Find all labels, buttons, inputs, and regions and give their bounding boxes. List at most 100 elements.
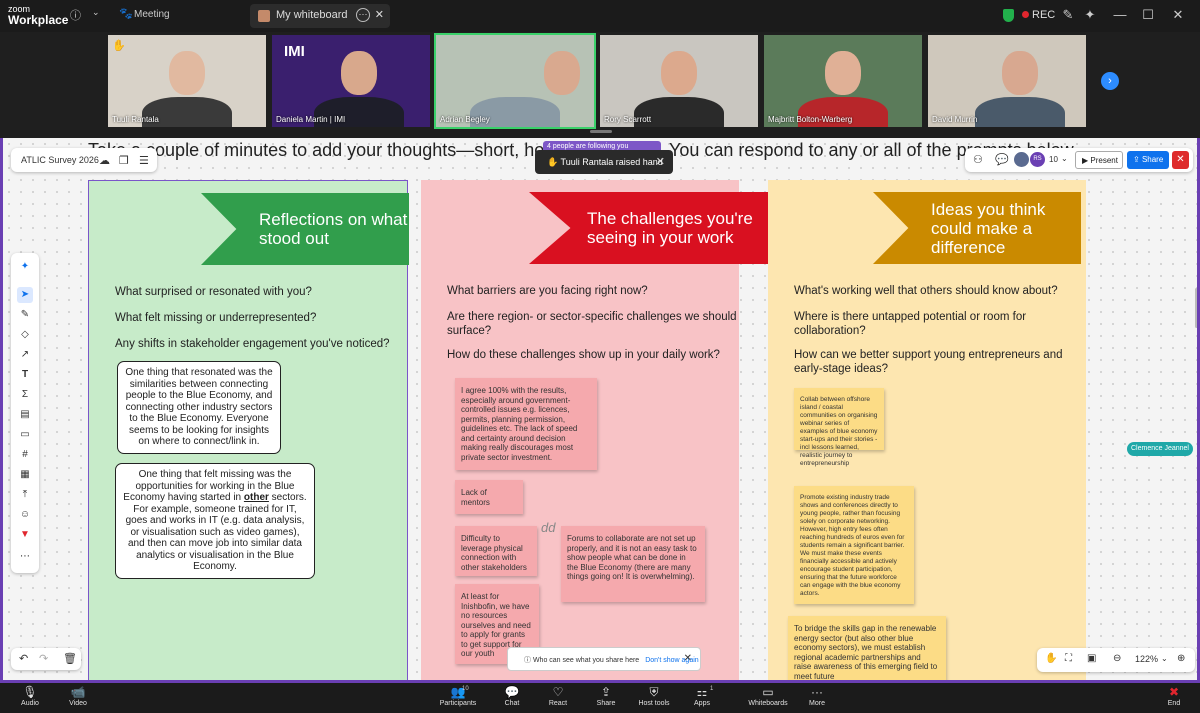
menu-icon[interactable]: ☰ — [139, 154, 149, 167]
emoji-tool-icon[interactable]: ☺ — [17, 507, 33, 523]
bubble-text-emphasis: other — [243, 492, 269, 503]
recording-indicator[interactable]: REC — [1022, 9, 1055, 21]
column-ideas[interactable]: Ideas you think could make a difference … — [768, 180, 1086, 680]
info-icon[interactable]: ⓘ — [70, 7, 81, 23]
more-button[interactable]: ··· More — [787, 685, 847, 709]
maximize-icon[interactable]: ☐ — [1140, 7, 1156, 23]
whiteboard-owner-avatar — [258, 10, 270, 22]
video-button[interactable]: 📹 Video — [48, 685, 108, 709]
select-tool-icon[interactable]: ➤ — [17, 287, 33, 303]
redo-icon[interactable]: ↷ — [39, 652, 48, 665]
comment-tool-icon[interactable]: ▭ — [17, 427, 33, 443]
meeting-label[interactable]: Meeting — [134, 9, 170, 20]
board-title-bar[interactable]: ATLIC Survey 2026 ☁ ❐ ☰ — [11, 148, 157, 172]
scrollbar[interactable] — [1195, 288, 1197, 328]
minimap-icon[interactable]: ▣ — [1087, 653, 1096, 664]
response-bubble[interactable]: One thing that felt missing was the oppo… — [115, 463, 315, 579]
response-bubble[interactable]: One thing that resonated was the similar… — [117, 361, 281, 454]
share-button[interactable]: ⇪ Share — [1127, 151, 1169, 169]
participant-tile[interactable]: Majbritt Bolton-Warberg — [764, 35, 922, 127]
window-close-icon[interactable]: ✕ — [1170, 7, 1186, 23]
prompt-question: What's working well that others should k… — [794, 285, 1058, 297]
participant-tile-active-speaker[interactable]: Adrian Begley — [434, 33, 596, 129]
pen-tool-icon[interactable]: ✎ — [17, 307, 33, 323]
collaborators-icon[interactable]: ⚇ — [973, 153, 983, 166]
zoom-in-icon[interactable]: ⊕ — [1177, 653, 1185, 664]
close-board-button[interactable]: ✕ — [1172, 151, 1189, 169]
participants-button[interactable]: 👥 10 Participants — [428, 685, 488, 709]
participant-name: David Murrin — [932, 115, 978, 124]
banner-ideas: Ideas you think could make a difference — [873, 192, 1081, 264]
zoom-window: zoom Workplace ⓘ ⌄ 🐾 Meeting My whiteboa… — [0, 0, 1200, 713]
participants-label: Participants — [439, 700, 477, 707]
table-tool-icon[interactable]: ▦ — [17, 467, 33, 483]
comments-icon[interactable]: 💬 — [995, 153, 1009, 166]
dismiss-icon[interactable]: ✕ — [656, 155, 665, 168]
ai-companion-icon[interactable]: ✦ — [1082, 7, 1098, 23]
end-label: End — [1167, 700, 1181, 707]
pages-icon[interactable]: ❐ — [119, 154, 129, 167]
shapes-tool-icon[interactable]: ◇ — [17, 327, 33, 343]
frame-tool-icon[interactable]: # — [17, 447, 33, 463]
remote-cursor-label: Clemence Jeannel — [1127, 442, 1193, 456]
ai-sparkle-icon[interactable]: ✦ — [17, 259, 33, 275]
hand-tool-icon[interactable]: ✋ — [1045, 653, 1057, 664]
top-bar: zoom Workplace ⓘ ⌄ 🐾 Meeting My whiteboa… — [0, 0, 1200, 32]
cloud-save-icon[interactable]: ☁ — [99, 154, 110, 167]
undo-icon[interactable]: ↶ — [19, 652, 28, 665]
dismiss-icon[interactable]: ✕ — [684, 653, 692, 664]
sticky-note[interactable]: Forums to collaborate are not set up pro… — [561, 526, 705, 602]
imi-logo: IMI — [284, 43, 305, 60]
participant-face — [340, 51, 377, 95]
sticky-note[interactable]: Difficulty to leverage physical connecti… — [455, 526, 537, 576]
meeting-toolbar: 🎙 Audio 📹 Video 👥 10 Participants 💬 Chat ♡ Rea… — [0, 683, 1200, 713]
text-tool-icon[interactable]: T — [17, 367, 33, 383]
minimize-icon[interactable]: — — [1112, 7, 1128, 23]
chevron-down-icon[interactable]: ⌄ — [1161, 654, 1168, 663]
sticky-note-tool-icon[interactable]: ▤ — [17, 407, 33, 423]
more-tools-icon[interactable]: ⋯ — [17, 549, 33, 565]
sticky-note[interactable]: Promote existing industry trade shows an… — [794, 486, 914, 604]
participant-tile[interactable]: David Murrin — [928, 35, 1086, 127]
prompt-question: Are there region- or sector-specific cha… — [447, 311, 737, 337]
sticky-note[interactable]: Lack of mentors — [455, 480, 523, 514]
chevron-down-icon[interactable]: ⌄ — [92, 7, 100, 18]
security-shield-icon[interactable] — [1003, 9, 1014, 22]
close-icon[interactable]: ✕ — [375, 8, 384, 21]
strip-resize-handle[interactable] — [590, 130, 612, 133]
sticky-note[interactable]: I agree 100% with the results, especiall… — [455, 378, 597, 470]
prompt-question: How can we better support young entrepre… — [794, 349, 1063, 375]
annotate-pen-icon[interactable]: ✎ — [1060, 7, 1076, 23]
present-button[interactable]: ▶ Present — [1075, 151, 1123, 169]
trash-icon[interactable]: 🗑 — [63, 652, 77, 665]
whiteboard-tab[interactable]: My whiteboard ··· ✕ — [250, 4, 390, 28]
fit-view-icon[interactable]: ⛶ — [1065, 653, 1072, 664]
upload-tool-icon[interactable]: ⤒ — [17, 487, 33, 503]
zoom-out-icon[interactable]: ⊖ — [1113, 653, 1121, 664]
connector-tool-icon[interactable]: ↗ — [17, 347, 33, 363]
next-page-icon[interactable]: › — [1101, 72, 1119, 90]
column-challenges[interactable]: The challenges you're seeing in your wor… — [421, 180, 773, 680]
end-button[interactable]: ✖ End — [1144, 685, 1200, 709]
column-reflections[interactable]: Reflections on what stood out What surpr… — [88, 180, 409, 680]
chevron-down-icon[interactable]: ⌄ — [1061, 154, 1068, 163]
avatar-initials[interactable]: RS — [1030, 152, 1045, 167]
avatar[interactable] — [1014, 152, 1029, 167]
more-options-icon[interactable]: ··· — [356, 8, 370, 22]
participant-tile[interactable]: Rory Scarrott — [600, 35, 758, 127]
participant-tile[interactable]: IMI Daniela Martin | IMI — [272, 35, 430, 127]
zoom-level[interactable]: 122% — [1135, 654, 1158, 664]
sticky-note[interactable]: To bridge the skills gap in the renewabl… — [788, 616, 946, 680]
equation-tool-icon[interactable]: Σ — [17, 387, 33, 403]
undo-redo-bar: ↶ ↷ 🗑 — [11, 648, 81, 670]
participant-tile[interactable]: ✋ Tuuli Rantala — [108, 35, 266, 127]
apps-button[interactable]: ⚏ 1 Apps — [672, 685, 732, 709]
more-icon: ··· — [811, 685, 823, 699]
stray-text[interactable]: dd — [541, 520, 555, 535]
share-icon: ⇪ — [1133, 155, 1142, 164]
whiteboard-canvas[interactable]: Take a couple of minutes to add your tho… — [0, 138, 1200, 683]
app-tool-icon[interactable]: ▼ — [17, 527, 33, 543]
raised-hand-icon: ✋ — [112, 40, 126, 52]
prompt-question: How do these challenges show up in your … — [447, 349, 720, 361]
sticky-note[interactable]: Collab between offshore island / coastal… — [794, 388, 884, 467]
